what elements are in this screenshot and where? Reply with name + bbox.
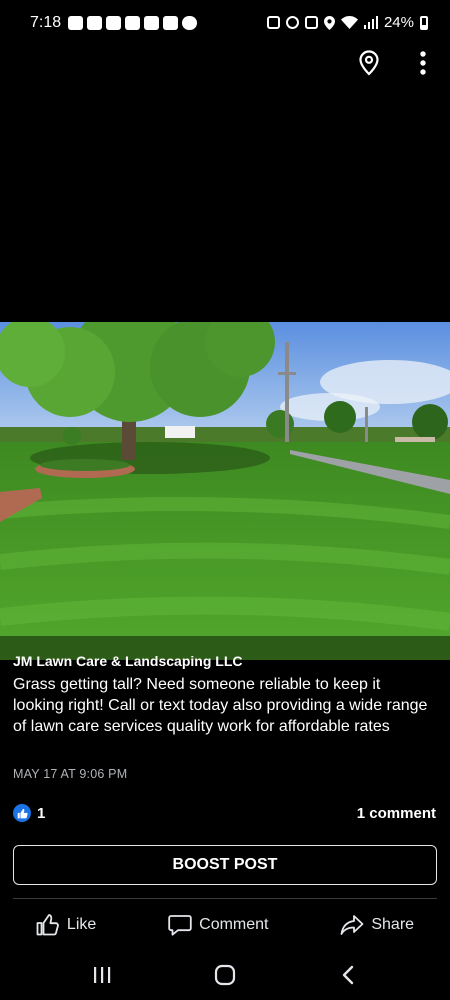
post-timestamp: MAY 17 AT 9:06 PM — [13, 767, 128, 781]
thumbs-up-icon — [36, 914, 59, 936]
divider — [13, 898, 437, 899]
viewer-top-actions — [356, 48, 436, 78]
location-pin-icon — [359, 50, 379, 76]
reaction-summary[interactable]: 1 — [13, 804, 45, 822]
more-options-button[interactable] — [410, 48, 436, 78]
n-icon — [87, 16, 102, 30]
nfc-icon — [266, 16, 280, 29]
mute-icon — [304, 16, 318, 29]
reaction-count: 1 — [37, 804, 46, 822]
battery-percent: 24% — [383, 14, 414, 31]
signal-icon — [363, 16, 378, 29]
comment-button[interactable]: Comment — [168, 914, 269, 936]
like-button[interactable]: Like — [36, 914, 96, 936]
home-button[interactable] — [205, 960, 245, 990]
post-photo[interactable] — [0, 322, 450, 660]
location-pin-button[interactable] — [356, 48, 382, 78]
cloud-icon — [182, 16, 197, 30]
chat-icon — [68, 16, 83, 30]
system-nav-bar — [0, 955, 450, 995]
status-bar: 7:18 24% — [0, 0, 450, 48]
recents-button[interactable] — [82, 960, 122, 990]
like-reaction-icon — [13, 804, 31, 822]
back-icon — [343, 965, 354, 985]
post-action-bar: Like Comment Share — [0, 910, 450, 940]
back-button[interactable] — [328, 960, 368, 990]
notification-icons — [68, 16, 197, 30]
share-icon — [340, 915, 364, 935]
system-icons: 24% — [266, 14, 428, 31]
more-vertical-icon — [420, 51, 426, 75]
gallery-icon — [144, 16, 159, 30]
status-time: 7:18 — [30, 14, 62, 31]
page-name[interactable]: JM Lawn Care & Landscaping LLC — [13, 653, 242, 669]
lawn-photo — [0, 322, 450, 660]
share-button[interactable]: Share — [340, 914, 414, 936]
like-label: Like — [66, 916, 97, 933]
location-icon — [323, 15, 335, 30]
share-label: Share — [371, 916, 415, 933]
comment-count[interactable]: 1 comment — [357, 805, 436, 822]
youtube-icon — [125, 16, 140, 30]
comment-icon — [168, 915, 192, 936]
wifi-icon — [340, 16, 358, 29]
alarm-icon — [285, 16, 299, 29]
bag-icon — [163, 16, 178, 30]
home-icon — [214, 964, 236, 986]
boost-post-button[interactable]: BOOST POST — [13, 845, 437, 885]
battery-icon — [420, 15, 428, 30]
post-text: Grass getting tall? Need someone reliabl… — [13, 676, 428, 735]
youtube-icon — [106, 16, 121, 30]
recents-icon — [93, 967, 110, 983]
comment-label: Comment — [199, 916, 269, 933]
